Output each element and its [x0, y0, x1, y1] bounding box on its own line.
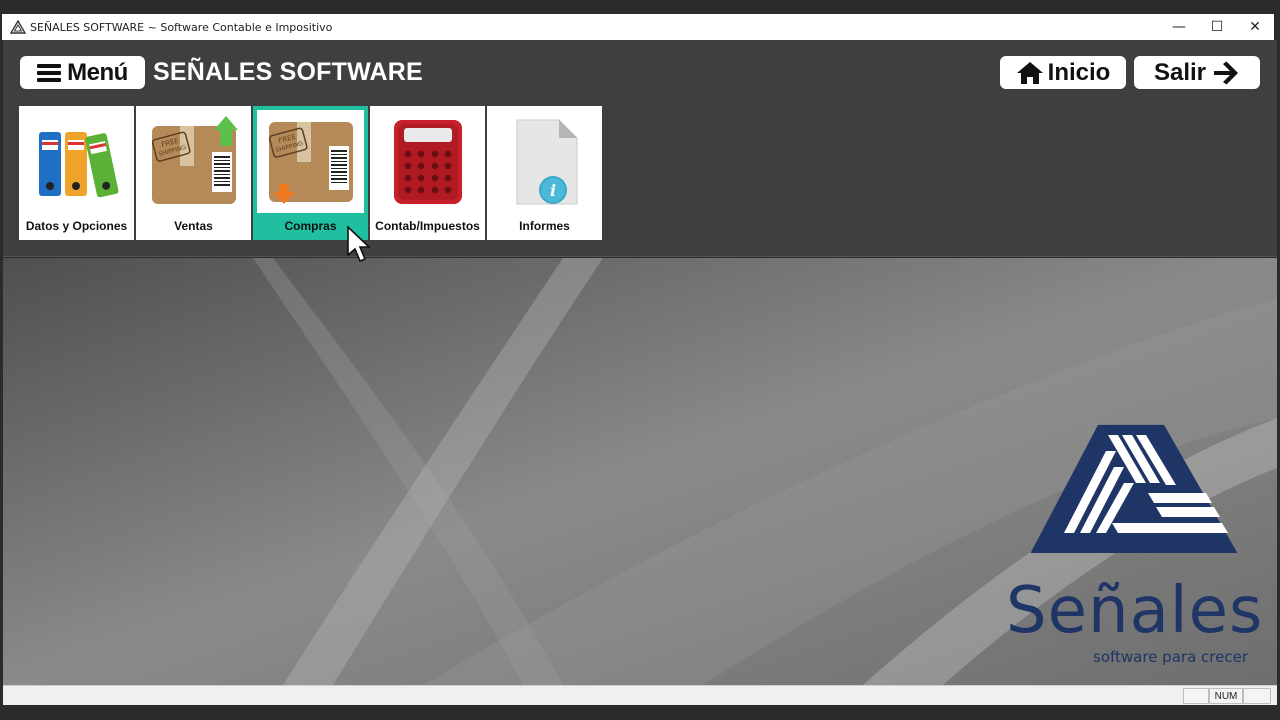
- binders-icon: [38, 131, 118, 197]
- brand-title: SEÑALES SOFTWARE: [153, 58, 423, 86]
- tile-label: Contab/Impuestos: [375, 219, 480, 233]
- tile-label: Datos y Opciones: [25, 219, 128, 233]
- logo-wordmark: Señales: [1006, 574, 1264, 648]
- tile-compras[interactable]: FREE SHIPPING Compras: [253, 106, 368, 240]
- header-bar: Menú SEÑALES SOFTWARE Inicio Salir Datos…: [3, 40, 1277, 257]
- app-frame: SEÑALES SOFTWARE ~ Software Contable e I…: [0, 0, 1280, 720]
- inicio-button-label: Inicio: [1047, 58, 1111, 86]
- tile-label: Ventas: [174, 219, 213, 233]
- tile-datos-opciones[interactable]: Datos y Opciones: [19, 106, 134, 240]
- logo-tagline: software para crecer: [1093, 648, 1248, 666]
- title-bar: SEÑALES SOFTWARE ~ Software Contable e I…: [2, 14, 1274, 40]
- app-logo-icon: [10, 19, 26, 34]
- package-upload-icon: FREE SHIPPING: [151, 115, 238, 204]
- tile-informes[interactable]: i Informes: [487, 106, 602, 240]
- inicio-button[interactable]: Inicio: [1000, 56, 1126, 89]
- window-controls: — ☐ ✕: [1160, 14, 1274, 40]
- salir-button[interactable]: Salir: [1134, 56, 1260, 89]
- senales-logo-icon: [1030, 424, 1238, 553]
- module-tiles: Datos y Opciones FREE SHIPPING Ventas FR…: [19, 106, 602, 240]
- hamburger-icon: [37, 63, 62, 82]
- arrow-right-icon: [1214, 61, 1239, 84]
- status-bar: NUM: [3, 685, 1277, 705]
- menu-button[interactable]: Menú: [20, 56, 145, 89]
- status-num: NUM: [1209, 688, 1243, 704]
- tile-contab-impuestos[interactable]: Contab/Impuestos: [370, 106, 485, 240]
- tile-ventas[interactable]: FREE SHIPPING Ventas: [136, 106, 251, 240]
- package-download-icon: FREE SHIPPING: [268, 121, 353, 204]
- status-cell-empty: [1183, 688, 1209, 704]
- document-info-icon: i: [516, 119, 577, 204]
- home-icon: [1016, 61, 1043, 84]
- svg-text:i: i: [549, 181, 555, 200]
- salir-button-label: Salir: [1153, 58, 1207, 86]
- tile-label: Informes: [519, 219, 570, 233]
- status-cell-empty-2: [1243, 688, 1271, 704]
- desktop-background: Señales software para crecer: [3, 258, 1277, 685]
- menu-button-label: Menú: [67, 58, 128, 86]
- window-title: SEÑALES SOFTWARE ~ Software Contable e I…: [30, 20, 333, 34]
- bottom-strip: [0, 705, 1280, 720]
- maximize-button[interactable]: ☐: [1198, 14, 1236, 40]
- minimize-button[interactable]: —: [1160, 14, 1198, 40]
- calculator-icon: [393, 119, 462, 204]
- mouse-cursor-icon: [347, 225, 371, 263]
- close-button[interactable]: ✕: [1236, 14, 1274, 40]
